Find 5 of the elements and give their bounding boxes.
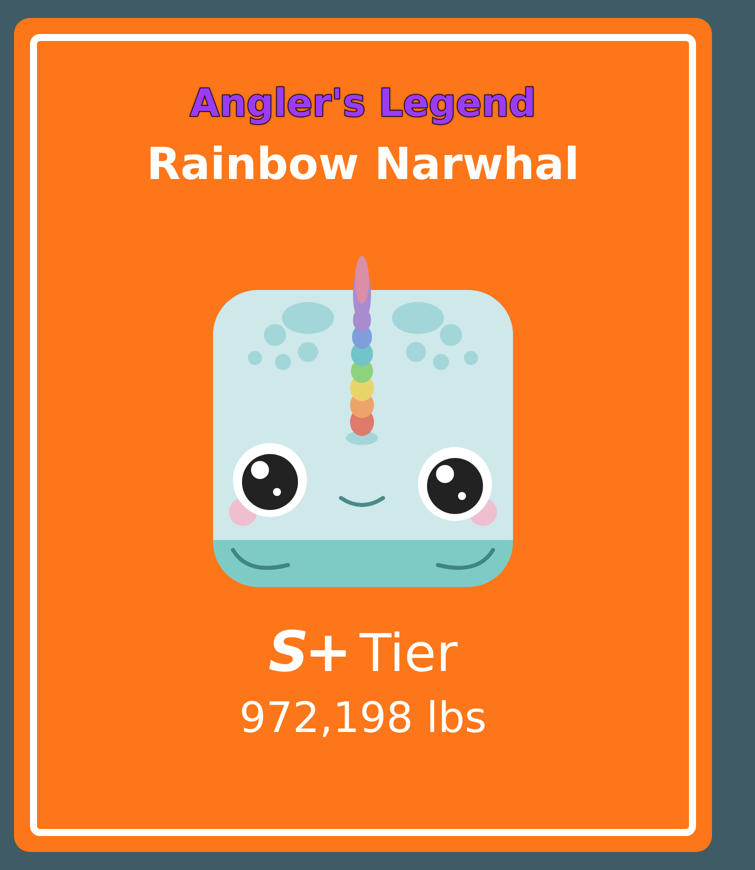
tier-grade: S+ [268, 620, 348, 685]
rarity-title: Angler's Legend [190, 81, 536, 125]
fish-weight: 972,198 lbs [239, 693, 487, 742]
tier-label: Tier [360, 624, 458, 684]
fish-name: Rainbow Narwhal [146, 139, 580, 190]
